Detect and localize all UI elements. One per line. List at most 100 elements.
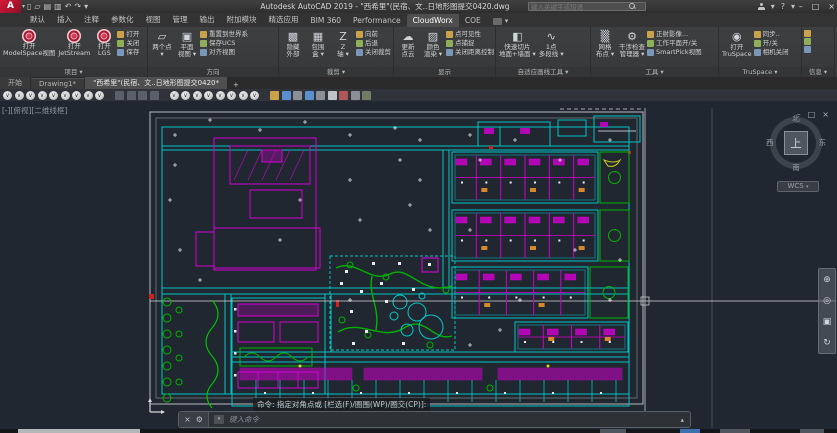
toolbar-color-icon[interactable] — [316, 91, 325, 100]
scan-station-icon[interactable]: ∨ — [170, 91, 179, 100]
scan-station-icon[interactable]: ∨ — [61, 91, 70, 100]
ribbon-small-button-保存[interactable]: 保存 — [117, 48, 139, 56]
scan-station-icon[interactable]: ∨ — [38, 91, 47, 100]
command-recent-icon[interactable]: ▾ — [214, 415, 224, 424]
ribbon-tab-cloudworx[interactable]: CloudWorx — [407, 14, 459, 27]
signin-icon[interactable] — [758, 3, 765, 10]
ribbon-button-两个点[interactable]: ▱两个点 ▾ — [150, 28, 174, 67]
command-expand-icon[interactable]: ▴ — [674, 416, 690, 424]
command-close-icon[interactable]: × — [184, 415, 191, 424]
navbar-tool-icon-3[interactable]: ↻ — [823, 338, 831, 348]
toolbar-color-icon[interactable] — [282, 91, 291, 100]
ribbon-small-button-icon-1[interactable] — [804, 38, 813, 45]
ribbon-small-button-关闭裁剪[interactable]: 关闭裁剪 — [356, 48, 391, 56]
scan-station-icon[interactable]: ∨ — [239, 91, 248, 100]
ribbon-panel-footer-4[interactable]: 自适应画线工具 ▾ — [496, 67, 590, 77]
search-input[interactable] — [529, 3, 629, 11]
ribbon-tab-默认[interactable]: 默认 — [24, 12, 51, 27]
ribbon-tab-附加模块[interactable]: 附加模块 — [221, 12, 263, 27]
scan-station-icon[interactable]: ∨ — [250, 91, 259, 100]
ribbon-tab-coe[interactable]: COE — [459, 14, 487, 27]
save-icon[interactable]: ▤ — [44, 0, 52, 13]
navbar-tool-icon-2[interactable]: ▣ — [823, 317, 832, 327]
ribbon-tab-管理[interactable]: 管理 — [167, 12, 194, 27]
new-drawing-tab-button[interactable]: + — [228, 81, 244, 89]
ribbon-tab-performance[interactable]: Performance — [347, 14, 407, 27]
toolbar-color-icon[interactable] — [270, 91, 279, 100]
scan-station-icon[interactable]: ∨ — [49, 91, 58, 100]
qat-dropdown-icon[interactable]: ▾ — [84, 0, 88, 13]
redo-icon[interactable]: ↷ — [74, 0, 81, 13]
file-tab-drawing1[interactable]: Drawing1* — [31, 78, 84, 89]
ribbon-button-布点[interactable]: ▒网格布点 ▾ — [593, 28, 617, 67]
viewcube-south[interactable]: 南 — [768, 162, 824, 173]
ribbon-extra-dropdown-icon[interactable]: ▾ — [505, 17, 509, 25]
scan-station-icon[interactable]: ∨ — [26, 91, 35, 100]
viewcube[interactable]: 北 南 西 东 上 — [768, 115, 824, 171]
ribbon-panel-footer-6[interactable]: TruSpace ▾ — [719, 67, 801, 77]
ribbon-small-button-点可见性[interactable]: 点可见性 — [446, 30, 494, 38]
ribbon-button-轴[interactable]: ZZ轴 ▾ — [331, 28, 355, 67]
ribbon-button-点云[interactable]: ☁更新点云 — [396, 28, 420, 67]
ribbon-small-button-关闭距离控制[interactable]: 关闭距离控制 — [446, 48, 494, 56]
ribbon-tab-视图[interactable]: 视图 — [140, 12, 167, 27]
ribbon-button-盒[interactable]: ▦包围盒 ▾ — [306, 28, 330, 67]
ribbon-button-渲染[interactable]: ▨颜色渲染 ▾ — [421, 28, 445, 67]
ribbon-button-地面+墙面[interactable]: ◧快速切片地面+墙面 ▾ — [498, 28, 537, 67]
ribbon-small-button-打开[interactable]: 打开 — [117, 30, 139, 38]
scan-station-icon[interactable]: ∨ — [15, 91, 24, 100]
ribbon-button-外部[interactable]: ▩隐藏外部 — [281, 28, 305, 67]
toolbar-misc-icon[interactable] — [115, 91, 124, 100]
toolbar-color-icon[interactable] — [351, 91, 360, 100]
toolbar-color-icon[interactable] — [328, 91, 337, 100]
scan-station-icon[interactable]: ∨ — [72, 91, 81, 100]
ribbon-small-button-保存UCS[interactable]: 保存UCS — [200, 39, 248, 47]
model-space-viewport[interactable]: [-][俯视][二维线框] – □ × — [0, 101, 837, 433]
toolbar-misc-icon[interactable] — [138, 91, 147, 100]
app-logo[interactable]: A — [0, 0, 21, 13]
scan-station-icon[interactable]: ∨ — [95, 91, 104, 100]
scan-station-icon[interactable]: ∨ — [204, 91, 213, 100]
ribbon-small-button-重置到世界系[interactable]: 重置到世界系 — [200, 30, 248, 38]
toolbar-misc-icon[interactable] — [150, 91, 159, 100]
help-search[interactable] — [528, 2, 646, 11]
ribbon-button-视图[interactable]: ▣平面视图 ▾ — [175, 28, 199, 67]
minimize-button[interactable]: – — [799, 2, 803, 11]
scan-station-icon[interactable]: ∨ — [193, 91, 202, 100]
ribbon-panel-footer-0[interactable]: 项目 ▾ — [0, 67, 147, 77]
ribbon-panel-footer-3[interactable]: 显示 — [394, 67, 495, 77]
ribbon-button-多段线[interactable]: ∿1点多段线 ▾ — [538, 28, 565, 67]
viewcube-north[interactable]: 北 — [768, 113, 824, 124]
help-icon[interactable]: ? — [781, 2, 785, 11]
scan-station-icon[interactable]: ∨ — [84, 91, 93, 100]
toolbar-color-icon[interactable] — [362, 91, 371, 100]
viewcube-east[interactable]: 东 — [819, 137, 827, 148]
ribbon-small-button-相机关闭[interactable]: 相机关闭 — [754, 48, 789, 56]
ribbon-panel-footer-7[interactable]: 信息 ▾ — [802, 67, 834, 77]
navbar-tool-icon-0[interactable]: ⊕ — [823, 275, 831, 285]
ribbon-small-button-工作平面开/关[interactable]: 工作平面开/关 — [647, 39, 702, 47]
ribbon-small-button-后退[interactable]: 后退 — [356, 39, 391, 47]
ribbon-panel-footer-2[interactable]: 裁剪 ▾ — [279, 67, 393, 77]
scan-station-icon[interactable]: ∨ — [181, 91, 190, 100]
ribbon-tab-bim-360[interactable]: BIM 360 — [305, 14, 348, 27]
ribbon-button-ModelSpace视图[interactable]: 打开ModelSpace视图 — [2, 28, 56, 67]
ribbon-panel-footer-1[interactable]: 方向 — [148, 67, 278, 77]
toolbar-misc-icon[interactable] — [127, 91, 136, 100]
ribbon-extra-tool[interactable]: ▾ — [493, 17, 509, 27]
ribbon-tab-注释[interactable]: 注释 — [78, 12, 105, 27]
viewcube-top-face[interactable]: 上 — [784, 131, 808, 155]
undo-icon[interactable]: ↶ — [65, 0, 72, 13]
ribbon-small-button-icon-0[interactable] — [804, 30, 813, 37]
ribbon-button-JetStream[interactable]: 打开JetStream — [57, 28, 91, 67]
command-line-bar[interactable]: × ⚙ ▾ ▴ — [178, 411, 691, 428]
ribbon-small-button-对齐视图[interactable]: 对齐视图 — [200, 48, 248, 56]
scan-station-icon[interactable]: ∨ — [227, 91, 236, 100]
close-button[interactable]: × — [828, 2, 835, 11]
ribbon-tab-插入[interactable]: 插入 — [51, 12, 78, 27]
ribbon-tab-精选应用[interactable]: 精选应用 — [263, 12, 305, 27]
scan-station-icon[interactable]: ∨ — [3, 91, 12, 100]
open-icon[interactable]: ▱ — [34, 0, 40, 13]
ribbon-small-button-向前[interactable]: 向前 — [356, 30, 391, 38]
command-input[interactable] — [227, 414, 674, 425]
